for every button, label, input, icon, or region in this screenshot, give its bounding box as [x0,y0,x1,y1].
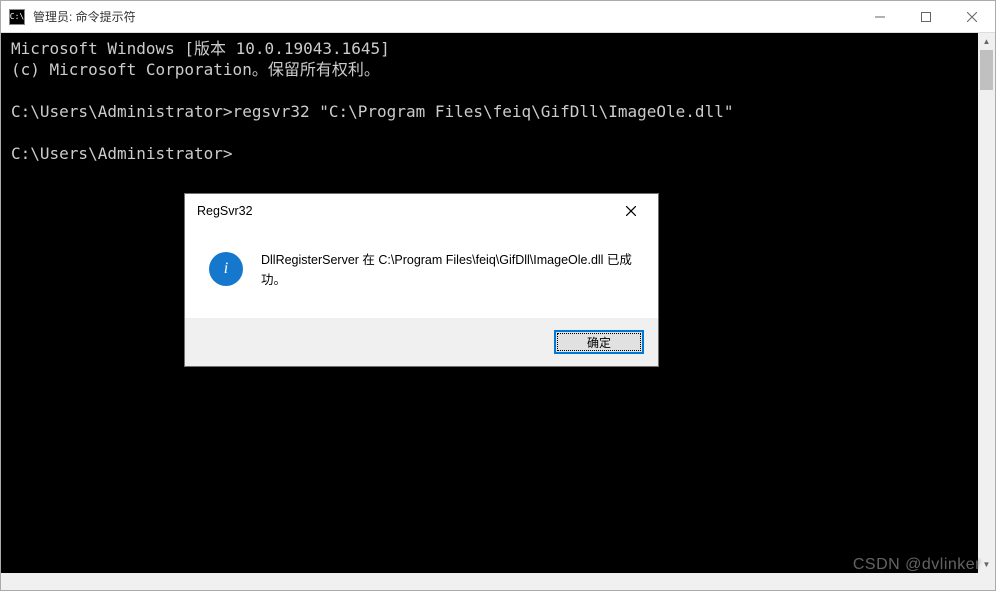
dialog-titlebar[interactable]: RegSvr32 [185,194,658,228]
close-icon [967,12,977,22]
close-icon [626,206,636,216]
horizontal-scrollbar[interactable] [1,573,978,590]
maximize-button[interactable] [903,1,949,33]
watermark: CSDN @dvlinker [853,556,981,574]
info-icon: i [209,252,243,286]
vertical-scrollbar[interactable]: ▲ ▼ [978,33,995,573]
minimize-button[interactable] [857,1,903,33]
dialog-footer: 确定 [185,318,658,366]
regsvr32-dialog: RegSvr32 i DllRegisterServer 在 C:\Progra… [184,193,659,367]
console-line: (c) Microsoft Corporation。保留所有权利。 [11,60,380,79]
dialog-body: i DllRegisterServer 在 C:\Program Files\f… [185,228,658,318]
ok-button[interactable]: 确定 [554,330,644,354]
scrollbar-corner [978,573,995,590]
app-icon: C:\ [9,9,25,25]
console-line: C:\Users\Administrator>regsvr32 "C:\Prog… [11,102,733,121]
dialog-title: RegSvr32 [197,204,253,218]
console-line: Microsoft Windows [版本 10.0.19043.1645] [11,39,390,58]
titlebar[interactable]: C:\ 管理员: 命令提示符 [1,1,995,33]
scrollbar-thumb[interactable] [980,50,993,90]
dialog-message: DllRegisterServer 在 C:\Program Files\fei… [261,250,634,290]
window-title: 管理员: 命令提示符 [33,8,136,25]
console-line: C:\Users\Administrator> [11,144,233,163]
scroll-up-icon[interactable]: ▲ [978,33,995,50]
dialog-close-button[interactable] [610,197,652,225]
console-output[interactable]: Microsoft Windows [版本 10.0.19043.1645] (… [11,38,975,164]
close-button[interactable] [949,1,995,33]
scrollbar-track[interactable] [978,50,995,556]
maximize-icon [921,12,931,22]
minimize-icon [875,12,885,22]
